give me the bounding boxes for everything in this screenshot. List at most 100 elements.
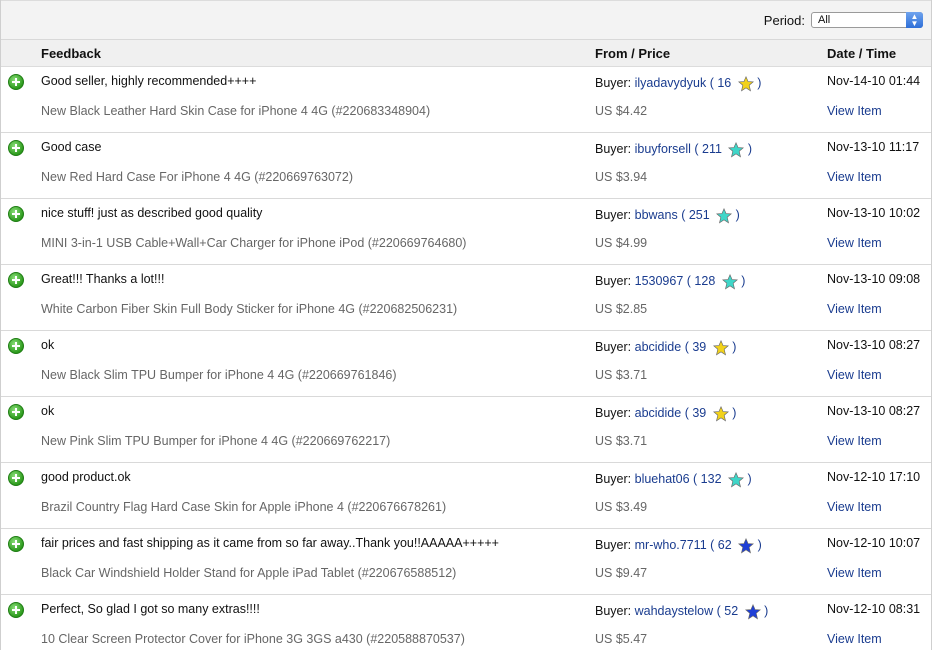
blue-star-icon bbox=[738, 538, 755, 554]
feedback-comment: good product.ok bbox=[41, 470, 131, 484]
item-price: US $2.85 bbox=[595, 302, 648, 316]
buyer-name-link[interactable]: bluehat06 bbox=[635, 472, 690, 486]
buyer-info: Buyer: mr-who.7711 ( 62 ) bbox=[595, 538, 762, 554]
item-title: White Carbon Fiber Skin Full Body Sticke… bbox=[41, 302, 458, 316]
feedback-comment: ok bbox=[41, 404, 55, 418]
buyer-label: Buyer: bbox=[595, 406, 632, 420]
column-header-from-price: From / Price bbox=[595, 46, 671, 61]
view-item-link[interactable]: View Item bbox=[827, 434, 882, 448]
feedback-score[interactable]: ( 128 ) bbox=[687, 274, 745, 290]
buyer-name-link[interactable]: abcidide bbox=[635, 340, 682, 354]
turquoise-star-icon bbox=[728, 142, 745, 158]
period-label: Period: bbox=[763, 12, 805, 28]
buyer-name-link[interactable]: wahdaystelow bbox=[635, 604, 714, 618]
buyer-name-link[interactable]: bbwans bbox=[635, 208, 678, 222]
positive-feedback-icon bbox=[8, 206, 24, 222]
blue-star-icon bbox=[744, 604, 761, 620]
buyer-label: Buyer: bbox=[595, 274, 632, 288]
item-price: US $3.94 bbox=[595, 170, 648, 184]
feedback-score[interactable]: ( 52 ) bbox=[717, 604, 768, 620]
positive-feedback-icon bbox=[8, 140, 24, 156]
positive-feedback-icon bbox=[8, 470, 24, 486]
view-item-link[interactable]: View Item bbox=[827, 632, 882, 646]
feedback-score[interactable]: ( 62 ) bbox=[710, 538, 762, 554]
buyer-name-link[interactable]: ibuyforsell bbox=[635, 142, 691, 156]
positive-feedback-icon bbox=[8, 338, 24, 354]
buyer-info: Buyer: ilyadavydyuk ( 16 ) bbox=[595, 76, 761, 92]
feedback-row: ok New Black Slim TPU Bumper for iPhone … bbox=[1, 331, 931, 397]
view-item-link[interactable]: View Item bbox=[827, 500, 882, 514]
feedback-score-value[interactable]: 39 bbox=[692, 340, 706, 354]
feedback-score-value[interactable]: 62 bbox=[718, 538, 732, 552]
buyer-name-link[interactable]: abcidide bbox=[635, 406, 682, 420]
feedback-score[interactable]: ( 132 ) bbox=[693, 472, 752, 488]
feedback-row: ok New Pink Slim TPU Bumper for iPhone 4… bbox=[1, 397, 931, 463]
feedback-score-value[interactable]: 16 bbox=[717, 76, 731, 90]
item-price: US $3.71 bbox=[595, 434, 648, 448]
feedback-row: Great!!! Thanks a lot!!! White Carbon Fi… bbox=[1, 265, 931, 331]
feedback-score[interactable]: ( 16 ) bbox=[710, 76, 761, 92]
feedback-date: Nov-12-10 10:07 bbox=[827, 536, 921, 550]
feedback-date: Nov-12-10 17:10 bbox=[827, 470, 921, 484]
feedback-score-value[interactable]: 128 bbox=[694, 274, 715, 288]
buyer-name-link[interactable]: mr-who.7711 bbox=[635, 538, 707, 552]
item-title: New Black Slim TPU Bumper for iPhone 4 4… bbox=[41, 368, 397, 382]
feedback-list: Good seller, highly recommended++++ New … bbox=[1, 67, 931, 660]
item-price: US $3.71 bbox=[595, 368, 648, 382]
feedback-date: Nov-13-10 08:27 bbox=[827, 338, 921, 352]
feedback-comment: Great!!! Thanks a lot!!! bbox=[41, 272, 165, 286]
yellow-star-icon bbox=[712, 340, 729, 356]
feedback-row: Good case New Red Hard Case For iPhone 4… bbox=[1, 133, 931, 199]
period-value: All bbox=[818, 14, 831, 26]
table-header: Feedback From / Price Date / Time bbox=[1, 40, 931, 67]
feedback-comment: Perfect, So glad I got so many extras!!!… bbox=[41, 602, 260, 616]
feedback-row: fair prices and fast shipping as it came… bbox=[1, 529, 931, 595]
feedback-date: Nov-12-10 08:31 bbox=[827, 602, 921, 616]
feedback-date: Nov-13-10 10:02 bbox=[827, 206, 921, 220]
feedback-score[interactable]: ( 251 ) bbox=[681, 208, 740, 224]
view-item-link[interactable]: View Item bbox=[827, 170, 882, 184]
buyer-label: Buyer: bbox=[595, 76, 632, 90]
feedback-score-value[interactable]: 132 bbox=[701, 472, 722, 486]
item-title: 10 Clear Screen Protector Cover for iPho… bbox=[41, 632, 465, 646]
buyer-name-link[interactable]: 1530967 bbox=[635, 274, 684, 288]
item-title: New Pink Slim TPU Bumper for iPhone 4 4G… bbox=[41, 434, 391, 448]
feedback-comment: fair prices and fast shipping as it came… bbox=[41, 536, 499, 550]
feedback-date: Nov-14-10 01:44 bbox=[827, 74, 921, 88]
feedback-row: Perfect, So glad I got so many extras!!!… bbox=[1, 595, 931, 660]
buyer-label: Buyer: bbox=[595, 538, 632, 552]
view-item-link[interactable]: View Item bbox=[827, 302, 882, 316]
feedback-date: Nov-13-10 08:27 bbox=[827, 404, 921, 418]
buyer-label: Buyer: bbox=[595, 604, 632, 618]
view-item-link[interactable]: View Item bbox=[827, 236, 882, 250]
buyer-label: Buyer: bbox=[595, 340, 632, 354]
feedback-comment: Good seller, highly recommended++++ bbox=[41, 74, 257, 88]
item-price: US $4.99 bbox=[595, 236, 648, 250]
feedback-comment: nice stuff! just as described good quali… bbox=[41, 206, 263, 220]
feedback-panel: Period: All ▲ ▼ Feedback From / Price Dat… bbox=[0, 0, 932, 650]
positive-feedback-icon bbox=[8, 602, 24, 618]
feedback-score-value[interactable]: 39 bbox=[692, 406, 706, 420]
feedback-score-value[interactable]: 52 bbox=[724, 604, 738, 618]
view-item-link[interactable]: View Item bbox=[827, 368, 882, 382]
view-item-link[interactable]: View Item bbox=[827, 104, 882, 118]
item-title: Brazil Country Flag Hard Case Skin for A… bbox=[41, 500, 447, 514]
buyer-info: Buyer: wahdaystelow ( 52 ) bbox=[595, 604, 768, 620]
feedback-score-value[interactable]: 251 bbox=[689, 208, 710, 222]
buyer-name-link[interactable]: ilyadavydyuk bbox=[635, 76, 707, 90]
feedback-date: Nov-13-10 11:17 bbox=[827, 140, 920, 154]
feedback-score[interactable]: ( 39 ) bbox=[685, 340, 736, 356]
turquoise-star-icon bbox=[716, 208, 733, 224]
yellow-star-icon bbox=[737, 76, 754, 92]
feedback-date: Nov-13-10 09:08 bbox=[827, 272, 921, 286]
buyer-info: Buyer: 1530967 ( 128 ) bbox=[595, 274, 745, 290]
turquoise-star-icon bbox=[728, 472, 745, 488]
item-price: US $3.49 bbox=[595, 500, 648, 514]
item-title: New Black Leather Hard Skin Case for iPh… bbox=[41, 104, 431, 118]
feedback-score[interactable]: ( 39 ) bbox=[685, 406, 736, 422]
feedback-score[interactable]: ( 211 ) bbox=[694, 142, 752, 158]
feedback-score-value[interactable]: 211 bbox=[702, 142, 722, 156]
feedback-row: good product.ok Brazil Country Flag Hard… bbox=[1, 463, 931, 529]
view-item-link[interactable]: View Item bbox=[827, 566, 882, 580]
period-select[interactable]: All ▲ ▼ bbox=[811, 12, 923, 28]
